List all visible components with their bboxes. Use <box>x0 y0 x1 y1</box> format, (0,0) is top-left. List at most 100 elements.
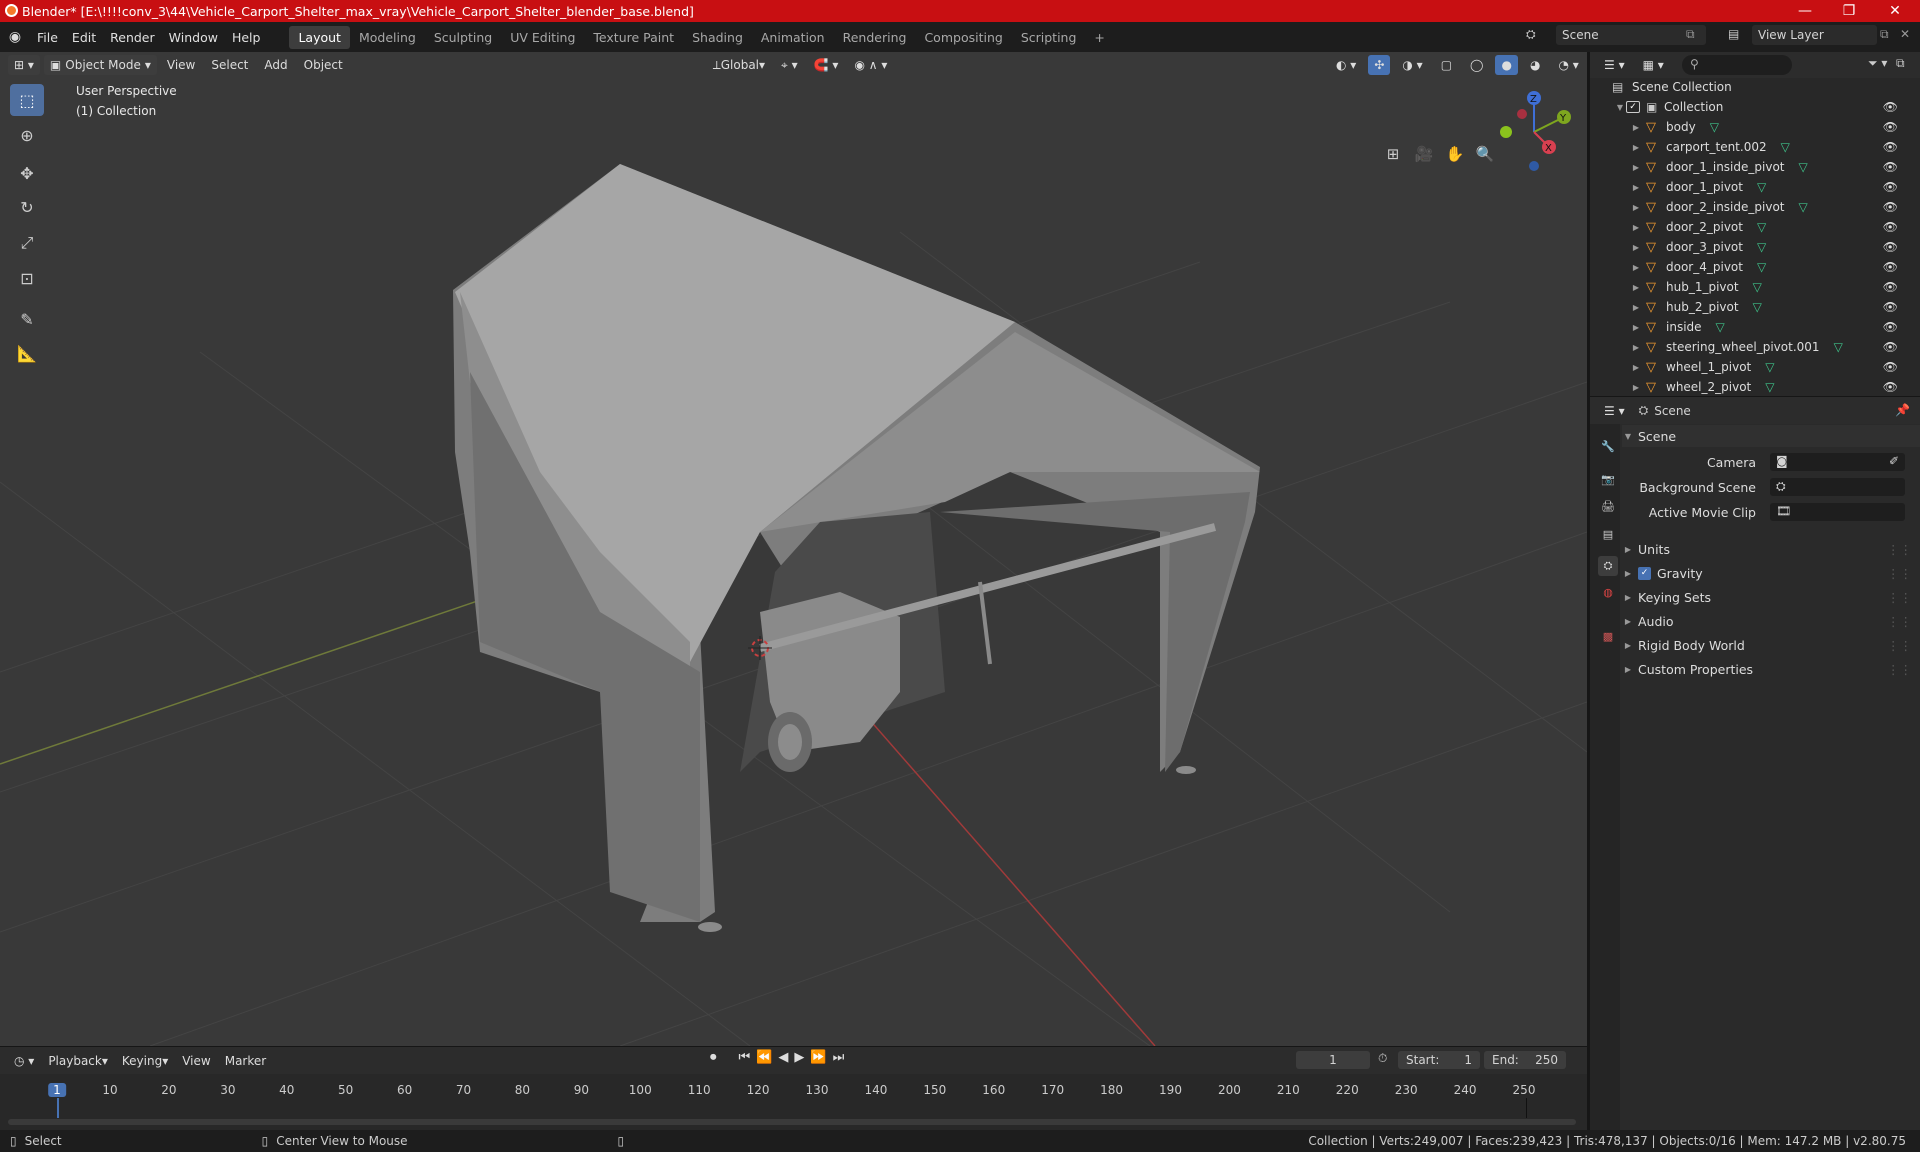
stopwatch-icon[interactable]: ⏱ <box>1378 1051 1387 1066</box>
timeline-scrollbar[interactable] <box>8 1119 1576 1125</box>
pin-icon[interactable]: 📌 <box>1895 403 1910 417</box>
select-box-tool-icon[interactable]: ⬚ <box>10 84 44 116</box>
tool-tab-icon[interactable]: 🔧 <box>1600 438 1616 454</box>
view-layer-selector[interactable]: View Layer <box>1752 25 1877 45</box>
tab-layout[interactable]: Layout <box>289 25 350 49</box>
mesh-data-icon[interactable]: ▽ <box>1757 220 1766 234</box>
eye-icon[interactable]: 👁 <box>1883 240 1898 254</box>
mesh-data-icon[interactable]: ▽ <box>1757 180 1766 194</box>
xray-icon[interactable]: ▢ <box>1435 55 1458 75</box>
new-collection-icon[interactable]: ⧉ <box>1896 56 1905 71</box>
new-scene-icon[interactable]: ⧉ <box>1686 27 1695 42</box>
mesh-data-icon[interactable]: ▽ <box>1757 260 1766 274</box>
playhead-line[interactable] <box>57 1098 59 1118</box>
eye-icon[interactable]: 👁 <box>1883 160 1898 174</box>
outliner-search-input[interactable]: ⚲ <box>1682 55 1792 75</box>
pan-hand-icon[interactable]: ✋ <box>1442 141 1468 167</box>
maximize-button[interactable]: ❐ <box>1826 0 1872 22</box>
view-layer-icon[interactable]: ▤ <box>1728 27 1739 41</box>
mesh-data-icon[interactable]: ▽ <box>1753 280 1762 294</box>
timeline-editor-type-icon[interactable]: ◷ ▾ <box>8 1051 40 1071</box>
orientation-dropdown[interactable]: ⟂ Global ▾ <box>707 55 771 75</box>
remove-view-layer-icon[interactable]: ✕ <box>1900 27 1910 41</box>
play-icon[interactable]: ▶ <box>794 1050 804 1065</box>
expand-icon[interactable]: ▶ <box>1630 243 1642 252</box>
outliner-object-row[interactable]: ▶ ▽ door_2_pivot ▽ 👁 <box>1590 217 1906 237</box>
world-tab-icon[interactable]: ◍ <box>1600 584 1616 600</box>
drag-handle-icon[interactable]: ⋮⋮ <box>1887 566 1912 581</box>
subpanel-rigid-body-world[interactable]: ▶ Rigid Body World ⋮⋮ <box>1622 634 1920 656</box>
snap-icon[interactable]: 🧲 ▾ <box>808 55 845 75</box>
menu-edit[interactable]: Edit <box>65 30 103 45</box>
jump-start-icon[interactable]: ⏮ <box>739 1050 751 1065</box>
tab-rendering[interactable]: Rendering <box>834 26 916 49</box>
mesh-data-icon[interactable]: ▽ <box>1757 240 1766 254</box>
eyedropper-icon[interactable]: ✐ <box>1889 454 1899 468</box>
eye-icon[interactable]: 👁 <box>1883 260 1898 274</box>
visibility-icon[interactable]: ◐ ▾ <box>1330 55 1362 75</box>
pivot-point-icon[interactable]: ⌖ ▾ <box>775 55 804 75</box>
drag-handle-icon[interactable]: ⋮⋮ <box>1887 662 1912 677</box>
expand-icon[interactable]: ▶ <box>1630 143 1642 152</box>
eye-icon[interactable]: 👁 <box>1883 220 1898 234</box>
outliner-object-row[interactable]: ▶ ▽ body ▽ 👁 <box>1590 117 1906 137</box>
eye-icon[interactable]: 👁 <box>1883 280 1898 294</box>
filter-icon[interactable]: ⏷ ▾ <box>1868 56 1887 71</box>
mesh-data-icon[interactable]: ▽ <box>1765 360 1774 374</box>
expand-icon[interactable]: ▶ <box>1630 263 1642 272</box>
expand-icon[interactable]: ▶ <box>1630 283 1642 292</box>
minimize-button[interactable]: — <box>1782 0 1828 22</box>
mesh-data-icon[interactable]: ▽ <box>1765 380 1774 394</box>
drag-handle-icon[interactable]: ⋮⋮ <box>1887 614 1912 629</box>
mesh-data-icon[interactable]: ▽ <box>1753 300 1762 314</box>
outliner-object-row[interactable]: ▶ ▽ door_4_pivot ▽ 👁 <box>1590 257 1906 277</box>
view-layer-tab-icon[interactable]: ▤ <box>1600 526 1616 542</box>
eye-icon[interactable]: 👁 <box>1883 120 1898 134</box>
outliner-object-row[interactable]: ▶ ▽ steering_wheel_pivot.001 ▽ 👁 <box>1590 337 1906 357</box>
eye-icon[interactable]: 👁 <box>1883 360 1898 374</box>
annotate-tool-icon[interactable]: ✎ <box>10 303 44 335</box>
render-tab-icon[interactable]: 📷 <box>1600 471 1616 487</box>
tab-texture-paint[interactable]: Texture Paint <box>584 26 683 49</box>
drag-handle-icon[interactable]: ⋮⋮ <box>1887 638 1912 653</box>
eye-icon[interactable]: 👁 <box>1883 380 1898 394</box>
record-icon[interactable]: ⏺ <box>710 1050 717 1065</box>
outliner-object-row[interactable]: ▶ ▽ carport_tent.002 ▽ 👁 <box>1590 137 1906 157</box>
eye-icon[interactable]: 👁 <box>1883 300 1898 314</box>
subpanel-custom-properties[interactable]: ▶ Custom Properties ⋮⋮ <box>1622 658 1920 680</box>
mesh-data-icon[interactable]: ▽ <box>1716 320 1725 334</box>
subpanel-keying-sets[interactable]: ▶ Keying Sets ⋮⋮ <box>1622 586 1920 608</box>
properties-editor-type-icon[interactable]: ☰ ▾ <box>1598 401 1631 421</box>
mesh-data-icon[interactable]: ▽ <box>1710 120 1719 134</box>
proportional-editing-icon[interactable]: ◉ ∧ ▾ <box>848 55 893 75</box>
overlays-icon[interactable]: ◑ ▾ <box>1396 55 1428 75</box>
material-shading-icon[interactable]: ◕ <box>1524 55 1546 75</box>
view-menu[interactable]: View <box>161 55 201 75</box>
menu-window[interactable]: Window <box>162 30 225 45</box>
navigation-gizmo[interactable]: Z Y X <box>1490 86 1576 176</box>
drag-handle-icon[interactable]: ⋮⋮ <box>1887 542 1912 557</box>
gizmo-toggle-icon[interactable]: ✣ <box>1368 55 1391 75</box>
subpanel-gravity[interactable]: ▶ ✓ Gravity ⋮⋮ <box>1622 562 1920 584</box>
gravity-checkbox[interactable]: ✓ <box>1638 566 1651 580</box>
camera-field[interactable]: ◙ ✐ <box>1770 453 1905 471</box>
scene-icon[interactable]: ⛭ <box>1526 27 1536 42</box>
scene-selector[interactable]: Scene <box>1556 25 1706 45</box>
expand-icon[interactable]: ▶ <box>1630 323 1642 332</box>
transform-tool-icon[interactable]: ⊡ <box>10 262 44 294</box>
new-view-layer-icon[interactable]: ⧉ <box>1880 27 1889 42</box>
outliner-object-row[interactable]: ▶ ▽ hub_1_pivot ▽ 👁 <box>1590 277 1906 297</box>
expand-icon[interactable]: ▶ <box>1630 223 1642 232</box>
outliner-object-row[interactable]: ▶ ▽ hub_2_pivot ▽ 👁 <box>1590 297 1906 317</box>
texture-tab-icon[interactable]: ▩ <box>1600 628 1616 644</box>
tab-uv-editing[interactable]: UV Editing <box>501 26 584 49</box>
menu-help[interactable]: Help <box>225 30 268 45</box>
start-frame-field[interactable]: Start: 1 <box>1398 1051 1480 1069</box>
blender-logo-icon[interactable]: ◉ <box>0 29 30 45</box>
drag-handle-icon[interactable]: ⋮⋮ <box>1887 590 1912 605</box>
menu-render[interactable]: Render <box>103 30 162 45</box>
outliner-object-row[interactable]: ▶ ▽ wheel_1_pivot ▽ 👁 <box>1590 357 1906 377</box>
expand-icon[interactable]: ▶ <box>1630 203 1642 212</box>
expand-icon[interactable]: ▶ <box>1630 123 1642 132</box>
mesh-data-icon[interactable]: ▽ <box>1799 200 1808 214</box>
